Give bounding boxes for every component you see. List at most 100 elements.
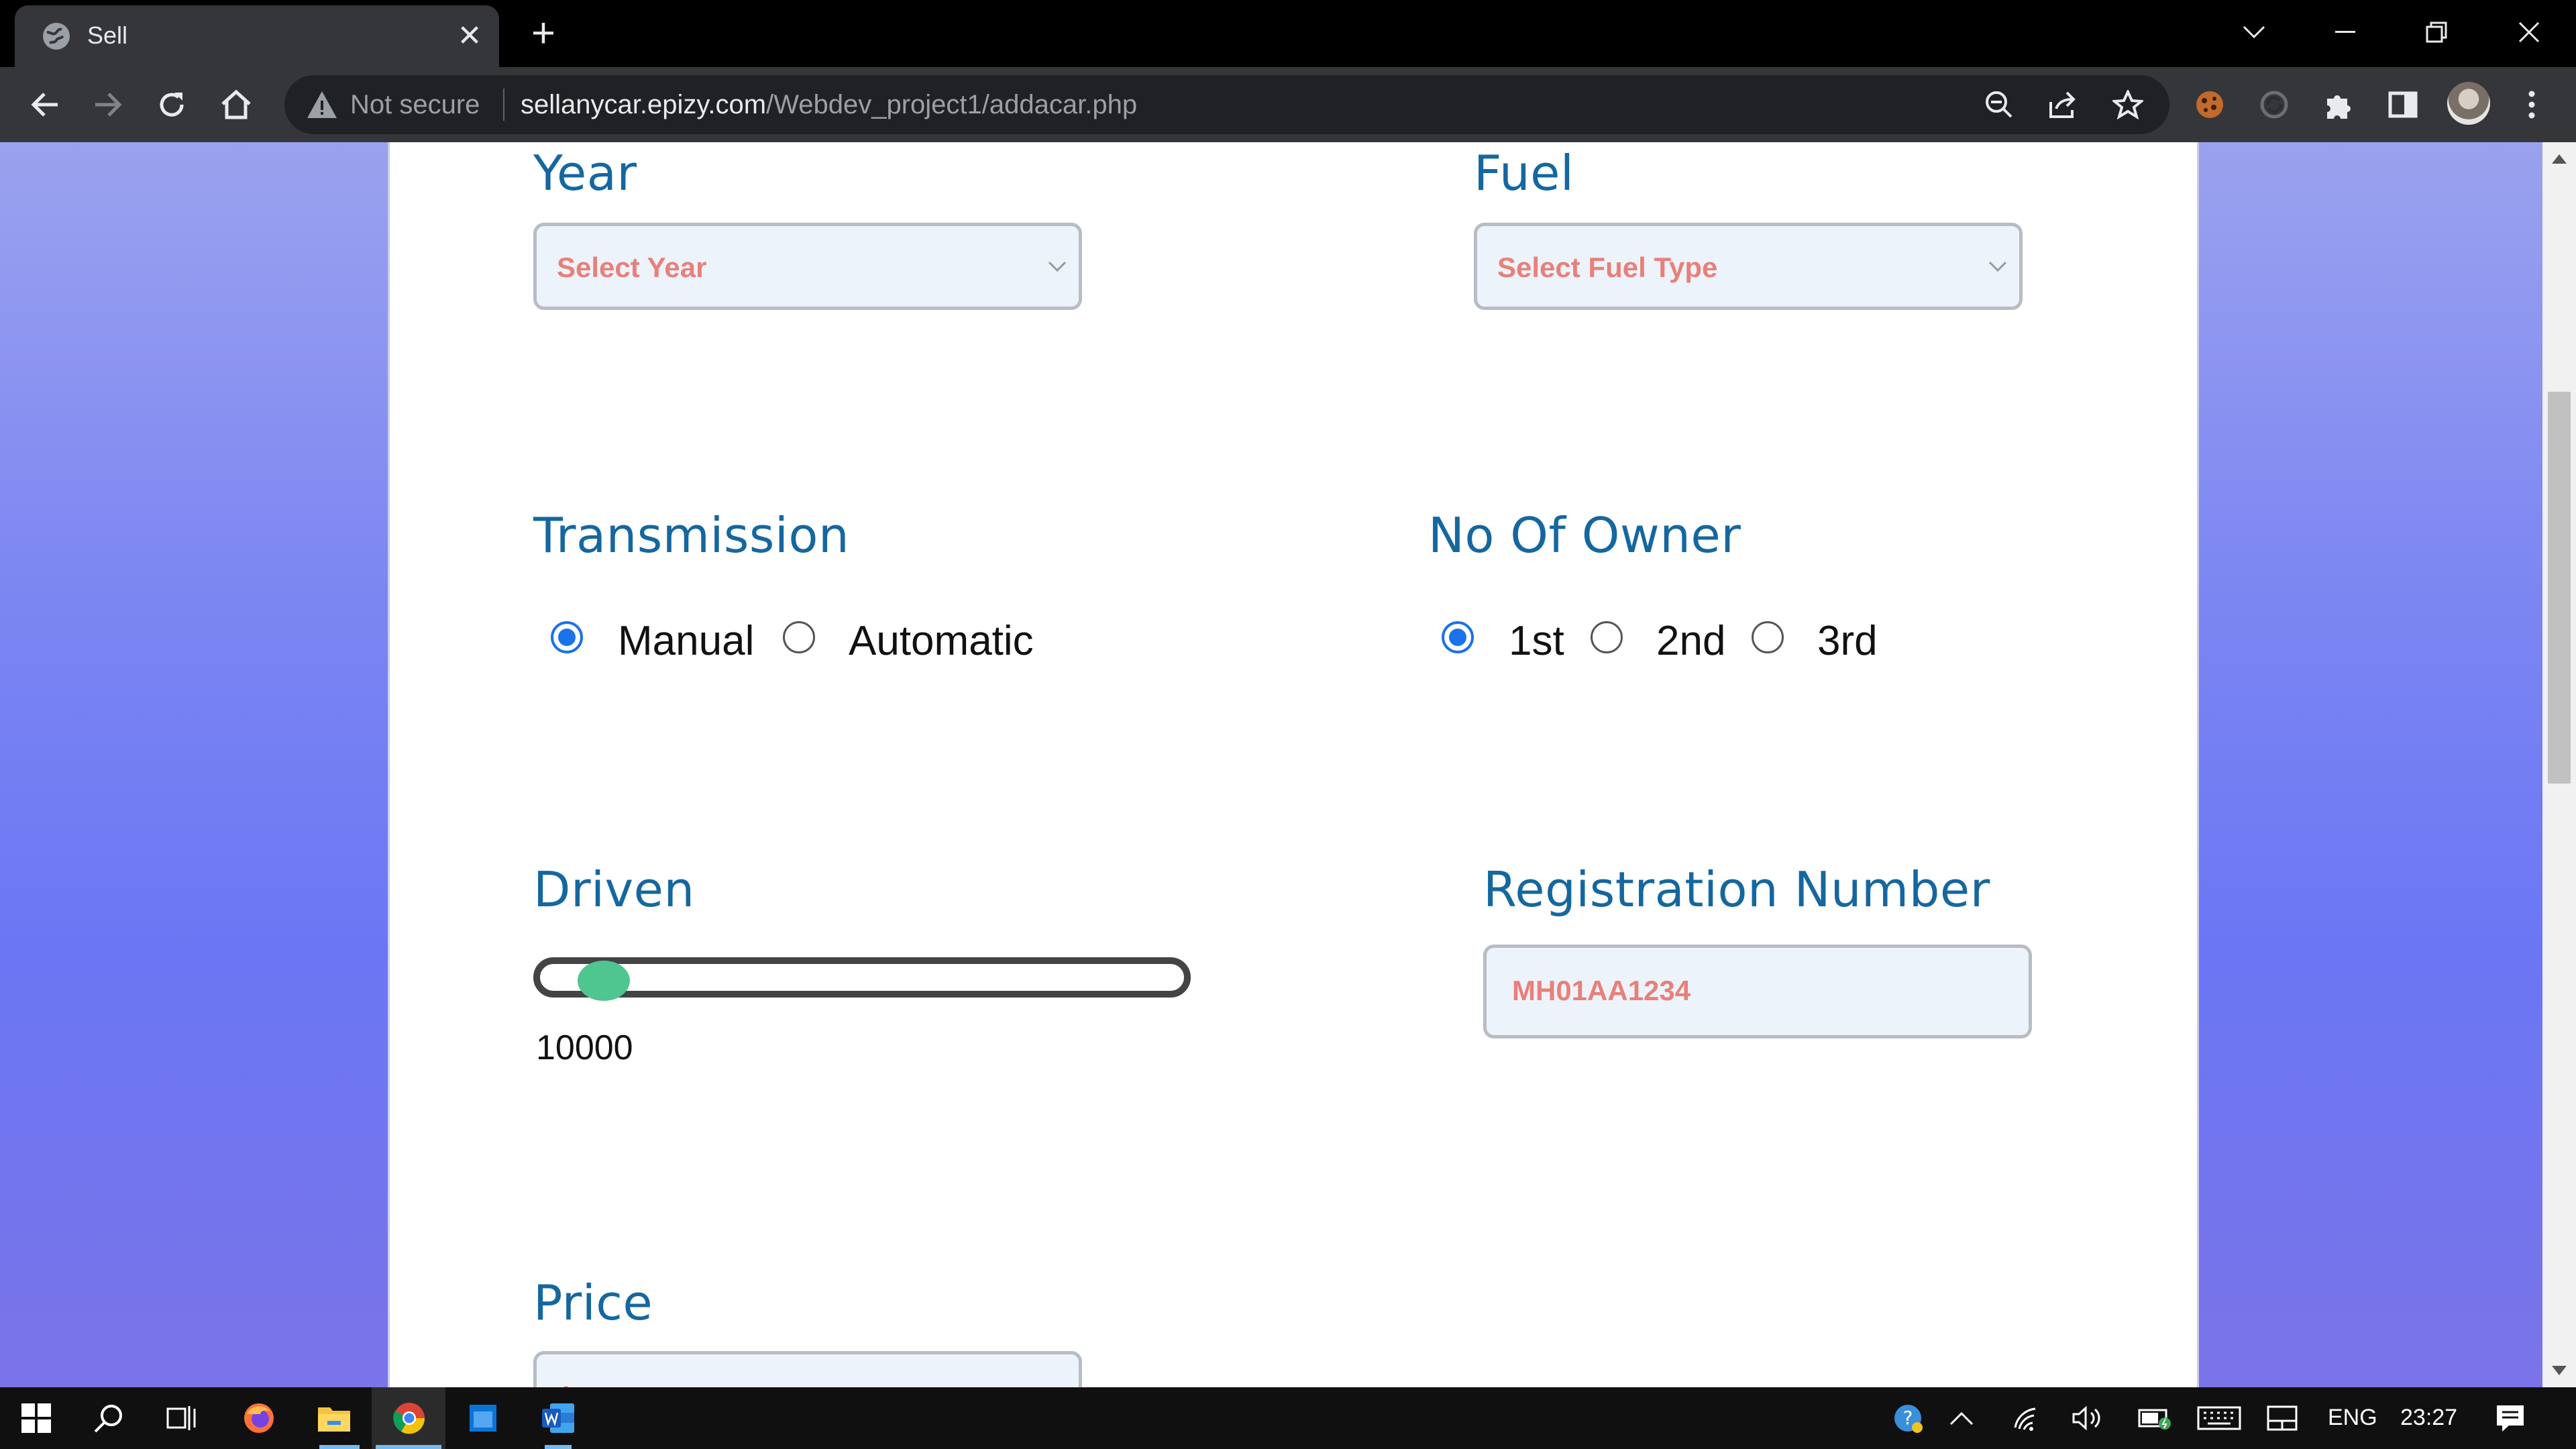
security-status[interactable]: Not secure xyxy=(350,90,480,120)
owner-1st-label[interactable]: 1st xyxy=(1509,617,1564,665)
tray-help[interactable]: ? xyxy=(1886,1397,1929,1440)
year-select[interactable]: Select Year xyxy=(533,223,1082,310)
home-button[interactable] xyxy=(213,82,259,127)
star-icon xyxy=(2112,90,2143,119)
forward-button[interactable] xyxy=(86,82,131,127)
reload-button[interactable] xyxy=(149,82,195,127)
tray-language[interactable]: ENG xyxy=(2328,1405,2377,1431)
sync-icon xyxy=(2260,91,2288,119)
year-select-placeholder: Select Year xyxy=(557,252,707,283)
word-icon xyxy=(542,1403,574,1433)
restore-icon xyxy=(2426,21,2447,43)
fuel-select[interactable]: Select Fuel Type xyxy=(1474,223,2023,310)
transmission-automatic-radio[interactable] xyxy=(783,621,815,653)
browser-tab[interactable]: Sell ✕ xyxy=(15,5,499,67)
owner-3rd-label[interactable]: 3rd xyxy=(1817,617,1878,665)
arrow-right-icon xyxy=(95,93,122,117)
puzzle-icon xyxy=(2327,95,2351,119)
zoom-out-icon xyxy=(1986,91,2012,118)
warning-icon xyxy=(307,91,337,118)
fuel-label: Fuel xyxy=(1474,145,1574,201)
address-bar[interactable]: Not secure sellanycar.epizy.com/Webdev_p… xyxy=(284,75,2169,134)
side-panel-icon xyxy=(2388,91,2418,118)
chevron-down-icon xyxy=(2243,25,2265,39)
minimize-button[interactable] xyxy=(2298,0,2392,64)
scroll-down-arrow[interactable] xyxy=(2552,1366,2567,1375)
owner-1st-radio[interactable] xyxy=(1442,621,1474,653)
transmission-automatic-label[interactable]: Automatic xyxy=(849,617,1034,665)
scroll-up-arrow[interactable] xyxy=(2552,154,2567,164)
chevron-up-icon xyxy=(1949,1411,1974,1426)
chrome-active-indicator xyxy=(376,1445,441,1449)
driven-slider-thumb[interactable] xyxy=(578,961,630,1001)
driven-value: 10000 xyxy=(536,1028,633,1067)
taskbar-chrome[interactable] xyxy=(388,1397,431,1440)
transmission-label: Transmission xyxy=(533,507,850,564)
url-text[interactable]: sellanycar.epizy.com/Webdev_project1/add… xyxy=(521,90,1137,120)
owner-3rd-radio[interactable] xyxy=(1752,621,1784,653)
close-icon xyxy=(2518,21,2540,43)
globe-icon xyxy=(43,23,70,50)
owner-2nd-radio[interactable] xyxy=(1591,621,1623,653)
explorer-running-indicator xyxy=(319,1445,360,1449)
price-input[interactable]: in Rupees xyxy=(533,1351,1082,1387)
owners-label: No Of Owner xyxy=(1428,507,1741,564)
page-scrollbar[interactable] xyxy=(2542,142,2576,1387)
start-button[interactable] xyxy=(15,1397,58,1440)
tab-search-button[interactable] xyxy=(2207,0,2301,64)
share-button[interactable] xyxy=(2046,87,2081,122)
form-card: Year Select Year Fuel Select Fuel Type T… xyxy=(388,142,2199,1387)
restore-button[interactable] xyxy=(2390,0,2483,64)
extensions-button[interactable] xyxy=(2316,82,2361,127)
taskbar-store[interactable] xyxy=(462,1397,504,1440)
taskbar-file-explorer[interactable] xyxy=(313,1397,356,1440)
tray-touch-keyboard[interactable] xyxy=(2194,1397,2245,1440)
taskbar-firefox[interactable] xyxy=(237,1397,280,1440)
tray-tablet-mode[interactable] xyxy=(2261,1397,2304,1440)
tray-battery[interactable] xyxy=(2133,1397,2176,1440)
battery-charging-icon xyxy=(2138,1409,2171,1430)
divider xyxy=(503,89,504,121)
keyboard-icon xyxy=(2197,1406,2241,1430)
profile-avatar[interactable] xyxy=(2447,82,2490,125)
bookmark-button[interactable] xyxy=(2110,87,2145,122)
side-panel-button[interactable] xyxy=(2380,82,2426,127)
transmission-manual-radio[interactable] xyxy=(551,621,583,653)
help-icon: ? xyxy=(1894,1405,1923,1433)
browser-toolbar: Not secure sellanycar.epizy.com/Webdev_p… xyxy=(0,67,2576,142)
fuel-select-placeholder: Select Fuel Type xyxy=(1497,252,1718,283)
scrollbar-thumb[interactable] xyxy=(2548,392,2571,784)
tray-overflow[interactable] xyxy=(1940,1397,1983,1440)
menu-button[interactable] xyxy=(2509,82,2555,127)
year-label: Year xyxy=(533,145,637,201)
extension-cookie-button[interactable] xyxy=(2187,82,2233,127)
transmission-manual-label[interactable]: Manual xyxy=(618,617,754,665)
notifications-button[interactable] xyxy=(2489,1397,2532,1440)
back-button[interactable] xyxy=(21,82,67,127)
taskbar-word[interactable] xyxy=(537,1397,580,1440)
driven-slider[interactable] xyxy=(533,957,1191,998)
arrow-left-icon xyxy=(31,93,58,117)
tray-clock[interactable]: 23:27 xyxy=(2400,1405,2457,1431)
url-host: sellanycar.epizy.com xyxy=(521,90,767,119)
tray-network[interactable] xyxy=(2006,1397,2049,1440)
folder-icon xyxy=(318,1407,350,1432)
home-icon xyxy=(221,89,251,119)
close-tab-icon[interactable]: ✕ xyxy=(451,17,488,55)
tray-volume[interactable] xyxy=(2066,1397,2109,1440)
more-vert-icon xyxy=(2528,91,2535,119)
price-label: Price xyxy=(533,1275,653,1331)
new-tab-button[interactable]: + xyxy=(522,13,565,56)
firefox-icon xyxy=(244,1403,274,1433)
close-window-button[interactable] xyxy=(2482,0,2576,64)
search-button[interactable] xyxy=(87,1397,130,1440)
extension-sync-button[interactable] xyxy=(2251,82,2297,127)
windows-taskbar: ? ENG 23:27 xyxy=(0,1387,2576,1449)
registration-input[interactable]: MH01AA1234 xyxy=(1483,945,2032,1038)
task-view-button[interactable] xyxy=(160,1397,203,1440)
tab-title: Sell xyxy=(87,21,128,49)
zoom-button[interactable] xyxy=(1982,87,2017,122)
owner-2nd-label[interactable]: 2nd xyxy=(1656,617,1725,665)
driven-label: Driven xyxy=(533,861,695,918)
registration-placeholder: MH01AA1234 xyxy=(1512,975,1691,1006)
